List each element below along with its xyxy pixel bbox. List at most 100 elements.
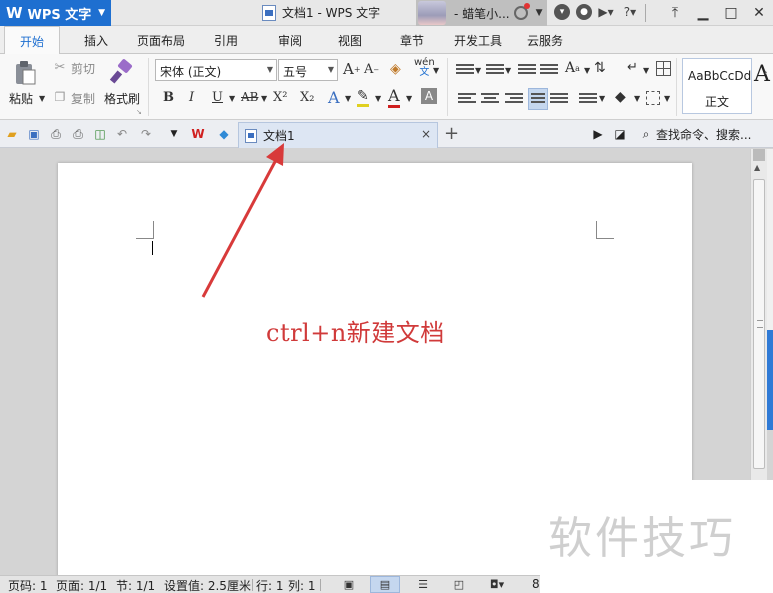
- clear-format-icon[interactable]: ◈: [390, 61, 401, 77]
- ribbon-scroll-icon[interactable]: ›: [764, 68, 768, 78]
- style-normal[interactable]: AaBbCcDd 正文: [682, 58, 752, 114]
- notification-badge-icon[interactable]: [513, 3, 530, 20]
- justify-icon[interactable]: [528, 88, 548, 110]
- minimize-button[interactable]: ▁: [689, 0, 717, 26]
- cube-icon[interactable]: ◆: [216, 126, 232, 142]
- superscript-button[interactable]: X²: [273, 90, 287, 105]
- tab-home[interactable]: 开始: [4, 26, 61, 55]
- location-icon[interactable]: ●: [576, 4, 592, 20]
- shrink-font-icon[interactable]: A −: [364, 62, 379, 77]
- tab-review[interactable]: 审阅: [278, 32, 302, 49]
- bold-button[interactable]: B: [163, 90, 174, 105]
- highlight-icon[interactable]: ✎: [357, 88, 369, 107]
- user-account-button[interactable]: - 蜡笔小... ▼: [416, 0, 547, 26]
- align-center-icon[interactable]: [481, 91, 499, 107]
- share-icon[interactable]: ▶▾: [598, 4, 614, 20]
- scrollbar-thumb[interactable]: [753, 179, 765, 469]
- character-shading-icon[interactable]: A: [421, 88, 437, 104]
- scroll-up-icon[interactable]: ▲: [754, 163, 760, 172]
- chevron-down-icon[interactable]: ▼: [536, 8, 543, 18]
- paste-icon[interactable]: [12, 60, 38, 86]
- tab-view[interactable]: 视图: [338, 32, 362, 49]
- chevron-down-icon[interactable]: ▼: [634, 94, 640, 103]
- tab-document[interactable]: 文档1 ×: [238, 122, 438, 148]
- sort-icon[interactable]: ⇅: [594, 60, 606, 76]
- comment-icon[interactable]: ◪: [612, 126, 628, 142]
- print-preview-icon[interactable]: ◫: [92, 126, 108, 142]
- new-tab-button[interactable]: +: [444, 123, 459, 144]
- search-icon[interactable]: ⌕: [638, 126, 654, 142]
- tab-page-layout[interactable]: 页面布局: [137, 32, 185, 49]
- copy-button[interactable]: 复制: [71, 90, 95, 107]
- dialog-launcher-icon[interactable]: ↘: [136, 108, 142, 116]
- grow-font-icon[interactable]: A +: [343, 60, 361, 78]
- chevron-down-icon[interactable]: ▼: [433, 66, 439, 75]
- align-right-icon[interactable]: [505, 91, 523, 107]
- chevron-down-icon[interactable]: ▼: [166, 126, 182, 142]
- chevron-down-icon[interactable]: ▼: [39, 94, 45, 103]
- open-folder-icon[interactable]: ▰: [4, 126, 20, 142]
- side-panel-toggle[interactable]: [767, 330, 773, 430]
- line-spacing-icon[interactable]: [579, 91, 597, 107]
- font-color-icon[interactable]: A: [388, 86, 400, 108]
- increase-indent-icon[interactable]: [540, 62, 558, 78]
- chevron-down-icon[interactable]: ▼: [261, 94, 267, 103]
- close-button[interactable]: ✕: [745, 0, 773, 26]
- tab-cloud-service[interactable]: 云服务: [527, 32, 563, 49]
- tab-developer[interactable]: 开发工具: [454, 32, 502, 49]
- chevron-down-icon[interactable]: ▼: [505, 66, 511, 75]
- fullscreen-icon[interactable]: ▣: [334, 576, 364, 593]
- strikethrough-button[interactable]: AB: [241, 90, 258, 104]
- numbered-list-icon[interactable]: [486, 62, 504, 78]
- font-name-select[interactable]: 宋体 (正文) ▼: [155, 59, 277, 81]
- align-left-icon[interactable]: [458, 91, 476, 107]
- skin-icon[interactable]: ▾: [554, 4, 570, 20]
- paragraph-shading-icon[interactable]: ◆: [615, 89, 626, 105]
- help-icon[interactable]: ? ▾: [622, 4, 638, 20]
- maximize-button[interactable]: □: [717, 0, 745, 26]
- restore-up-icon[interactable]: ⤒: [661, 0, 689, 26]
- distributed-align-icon[interactable]: [550, 91, 568, 107]
- chevron-down-icon[interactable]: ▼: [643, 66, 649, 75]
- reading-view-icon[interactable]: ◘▾: [482, 576, 512, 593]
- close-icon[interactable]: ×: [421, 127, 431, 141]
- page-view-icon[interactable]: ▤: [370, 576, 400, 593]
- undo-icon[interactable]: ↶: [114, 126, 130, 142]
- chevron-down-icon[interactable]: ▼: [345, 94, 351, 103]
- tab-chapter[interactable]: 章节: [400, 32, 424, 49]
- chevron-down-icon[interactable]: ▼: [375, 94, 381, 103]
- video-icon[interactable]: ▶: [590, 126, 606, 142]
- paste-button[interactable]: 粘贴: [9, 90, 33, 107]
- chevron-down-icon[interactable]: ▼: [406, 94, 412, 103]
- save-icon[interactable]: ▣: [26, 126, 42, 142]
- tab-insert[interactable]: 插入: [84, 32, 108, 49]
- app-menu-button[interactable]: W WPS 文字 ▼: [0, 0, 111, 26]
- tab-references[interactable]: 引用: [214, 32, 238, 49]
- copy-icon[interactable]: ❐: [53, 90, 67, 104]
- chevron-down-icon[interactable]: ▼: [475, 66, 481, 75]
- pinyin-guide-icon[interactable]: wén 文: [414, 58, 435, 78]
- format-painter-button[interactable]: 格式刷: [104, 90, 140, 107]
- format-painter-icon[interactable]: [108, 58, 136, 86]
- web-view-icon[interactable]: ◰: [444, 576, 474, 593]
- show-marks-icon[interactable]: ↵: [627, 60, 638, 75]
- cut-button[interactable]: 剪切: [71, 60, 95, 77]
- chevron-down-icon[interactable]: ▼: [584, 66, 590, 75]
- subscript-button[interactable]: X₂: [300, 90, 314, 105]
- wps-home-icon[interactable]: W: [190, 126, 206, 142]
- decrease-indent-icon[interactable]: [518, 62, 536, 78]
- border-icon[interactable]: [646, 91, 660, 105]
- italic-button[interactable]: I: [189, 90, 194, 105]
- redo-icon[interactable]: ↷: [138, 126, 154, 142]
- chevron-down-icon[interactable]: ▼: [229, 94, 235, 103]
- export-pdf-icon[interactable]: ⎙: [48, 126, 64, 142]
- scissors-icon[interactable]: ✂: [53, 60, 67, 75]
- underline-button[interactable]: U: [212, 90, 223, 105]
- font-size-select[interactable]: 五号 ▼: [278, 59, 338, 81]
- change-case-icon[interactable]: Aa: [565, 60, 580, 76]
- chevron-down-icon[interactable]: ▼: [599, 94, 605, 103]
- bullet-list-icon[interactable]: [456, 62, 474, 78]
- split-view-icon[interactable]: [753, 149, 765, 161]
- text-effect-icon[interactable]: A: [328, 88, 340, 107]
- command-search-input[interactable]: 查找命令、搜索...: [656, 126, 751, 143]
